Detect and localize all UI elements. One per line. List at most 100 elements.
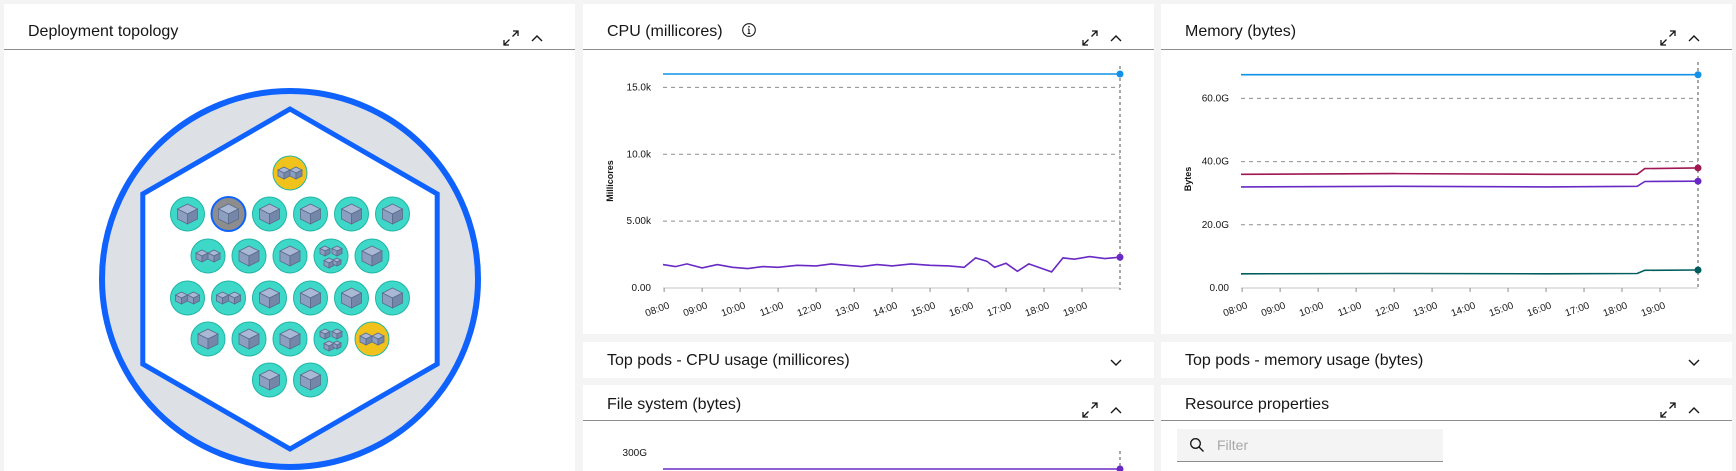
pod-node[interactable]	[272, 155, 308, 191]
expand-icon[interactable]	[1081, 29, 1099, 47]
pod-node[interactable]	[170, 196, 205, 232]
panel-title: File system (bytes)	[607, 396, 742, 413]
series-point[interactable]	[1116, 465, 1124, 471]
pod-node[interactable]	[354, 238, 390, 274]
x-tick-label: 10:00	[720, 300, 748, 319]
pod-node[interactable]	[231, 238, 267, 274]
panel-title: Memory (bytes)	[1185, 23, 1297, 40]
series-point[interactable]	[1694, 266, 1702, 274]
panel-header: Deployment topology	[4, 4, 575, 50]
expand-icon[interactable]	[1659, 29, 1677, 47]
pod-node[interactable]	[334, 280, 369, 316]
panel-title: CPU (millicores)	[607, 23, 723, 40]
x-tick-label: 13:00	[834, 300, 862, 319]
panel-memory: Memory (bytes) 0.00 20.0G 40.0G 60.0G 08:00 0…	[1161, 4, 1732, 334]
x-tick-label: 19:00	[1640, 300, 1668, 319]
pod-node[interactable]	[293, 280, 328, 316]
series-line	[1240, 269, 1699, 275]
chevron-up-icon[interactable]	[1107, 29, 1125, 47]
pod-node[interactable]	[190, 321, 226, 357]
pod-node[interactable]	[313, 321, 349, 357]
x-tick-label: 08:00	[644, 300, 672, 319]
filter-search	[1177, 429, 1443, 462]
x-tick-label: 17:00	[1564, 300, 1592, 319]
series-point[interactable]	[1694, 164, 1702, 172]
y-tick-label: 40.0G	[1202, 157, 1229, 168]
x-tick-label: 09:00	[682, 300, 710, 319]
series-point[interactable]	[1116, 70, 1124, 78]
x-tick-label: 16:00	[948, 300, 976, 319]
x-tick-label: 11:00	[759, 300, 786, 319]
pod-node[interactable]	[334, 196, 369, 232]
chevron-up-icon[interactable]	[1685, 401, 1703, 419]
y-tick-label: 20.0G	[1202, 220, 1229, 231]
x-tick-label: 12:00	[1374, 300, 1402, 319]
y-tick-label: 15.0k	[627, 82, 652, 93]
chevron-down-icon[interactable]	[1109, 355, 1123, 367]
chevron-up-icon[interactable]	[1685, 29, 1703, 47]
series-point[interactable]	[1116, 253, 1124, 261]
x-tick-label: 09:00	[1260, 300, 1288, 319]
panel-header: Memory (bytes)	[1161, 4, 1732, 50]
chevron-down-icon[interactable]	[1687, 355, 1701, 367]
x-tick-label: 15:00	[1488, 300, 1516, 319]
filter-input[interactable]	[1217, 429, 1437, 461]
series-line	[1240, 180, 1699, 188]
file-system-chart: 300G	[623, 448, 1124, 471]
pod-node[interactable]	[293, 362, 328, 398]
memory-chart: 0.00 20.0G 40.0G 60.0G 08:00 09:00 10:00 11:00 1…	[1183, 62, 1702, 319]
x-tick-label: 18:00	[1024, 300, 1052, 319]
info-icon[interactable]	[741, 22, 757, 38]
x-tick-label: 19:00	[1062, 300, 1090, 319]
pod-node[interactable]	[272, 238, 308, 274]
pod-node[interactable]	[211, 280, 246, 316]
series-point[interactable]	[1694, 71, 1702, 79]
pod-node[interactable]	[190, 238, 226, 274]
x-tick-label: 08:00	[1222, 300, 1250, 319]
panel-title: Deployment topology	[28, 23, 179, 40]
pod-node[interactable]	[252, 196, 287, 232]
expand-icon[interactable]	[502, 29, 520, 47]
x-tick-label: 11:00	[1337, 300, 1364, 319]
pod-node[interactable]	[170, 280, 205, 316]
panel-deployment-topology: Deployment topology	[4, 4, 575, 471]
panel-title: Top pods - memory usage (bytes)	[1185, 352, 1424, 369]
panel-cpu: CPU (millicores) 0.00 5.00k 10.0k 15.0k 08:0…	[583, 4, 1154, 334]
panel-header: Resource properties	[1161, 385, 1732, 421]
x-tick-label: 13:00	[1412, 300, 1440, 319]
y-axis-label: Millicores	[605, 160, 615, 202]
pod-node[interactable]	[375, 280, 410, 316]
x-tick-label: 10:00	[1298, 300, 1326, 319]
pod-node[interactable]	[210, 196, 247, 232]
pod-node[interactable]	[293, 196, 328, 232]
series-line	[1240, 167, 1699, 176]
series-line	[662, 255, 1121, 273]
series-point[interactable]	[1694, 177, 1702, 185]
pod-node[interactable]	[272, 321, 308, 357]
pod-node[interactable]	[354, 321, 390, 357]
x-tick-label: 16:00	[1526, 300, 1554, 319]
x-tick-label: 15:00	[910, 300, 938, 319]
pod-node[interactable]	[231, 321, 267, 357]
panel-title: Top pods - CPU usage (millicores)	[607, 352, 850, 369]
pod-node[interactable]	[375, 196, 410, 232]
y-axis-label: Bytes	[1183, 167, 1193, 192]
chevron-up-icon[interactable]	[528, 29, 546, 47]
panel-header: File system (bytes)	[583, 385, 1154, 421]
panel-top-pods-memory[interactable]: Top pods - memory usage (bytes)	[1161, 342, 1732, 378]
search-icon	[1189, 437, 1205, 453]
chevron-up-icon[interactable]	[1107, 401, 1125, 419]
y-tick-label: 60.0G	[1202, 93, 1229, 104]
expand-icon[interactable]	[1659, 401, 1677, 419]
panel-top-pods-cpu[interactable]: Top pods - CPU usage (millicores)	[583, 342, 1154, 378]
y-tick-label: 0.00	[1210, 283, 1230, 294]
expand-icon[interactable]	[1081, 401, 1099, 419]
x-tick-label: 18:00	[1602, 300, 1630, 319]
pod-node[interactable]	[252, 362, 287, 398]
x-tick-label: 14:00	[1450, 300, 1478, 319]
y-tick-label: 300G	[623, 448, 648, 459]
pod-node[interactable]	[313, 238, 349, 274]
panel-title: Resource properties	[1185, 396, 1330, 413]
panel-header: Top pods - CPU usage (millicores)	[583, 342, 1154, 378]
pod-node[interactable]	[252, 280, 287, 316]
